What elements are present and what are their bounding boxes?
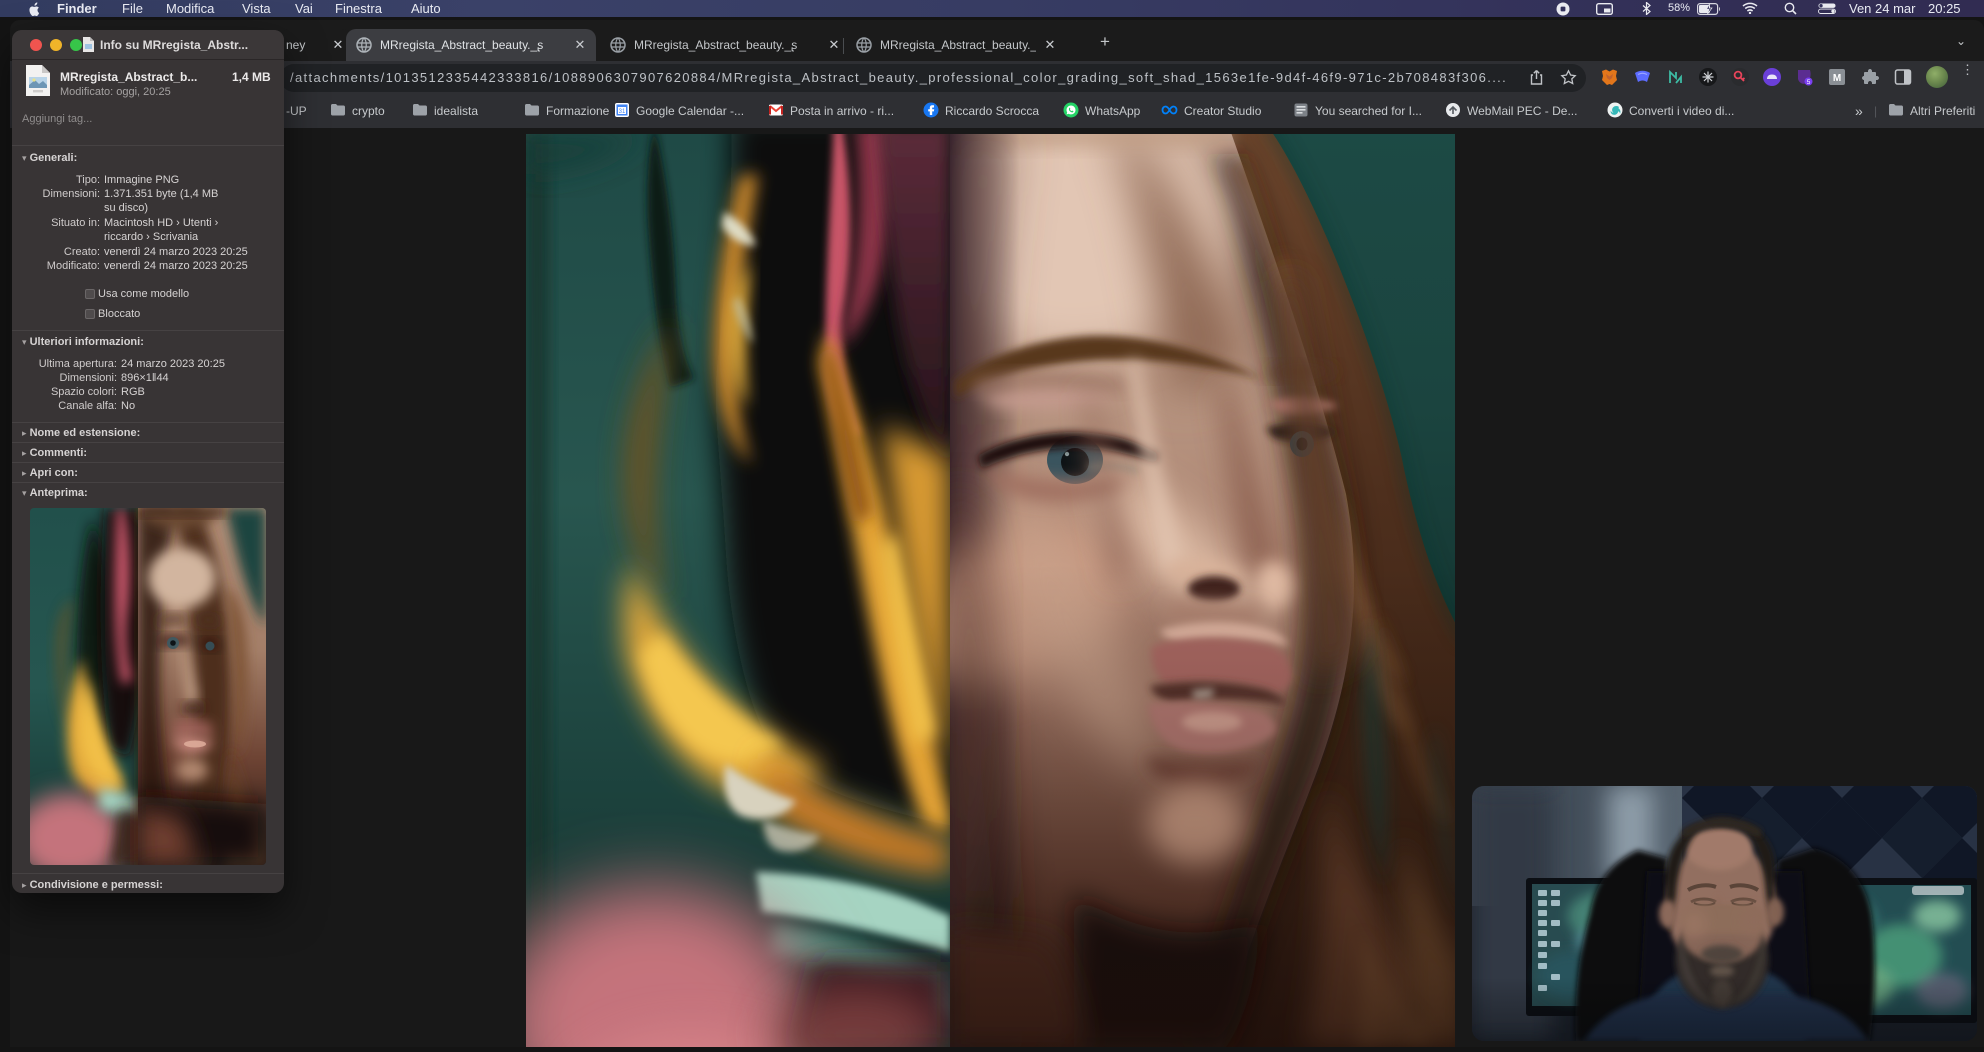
- svg-text:5: 5: [1807, 79, 1811, 86]
- svg-text:M: M: [1833, 73, 1841, 84]
- svg-text:31: 31: [619, 109, 626, 115]
